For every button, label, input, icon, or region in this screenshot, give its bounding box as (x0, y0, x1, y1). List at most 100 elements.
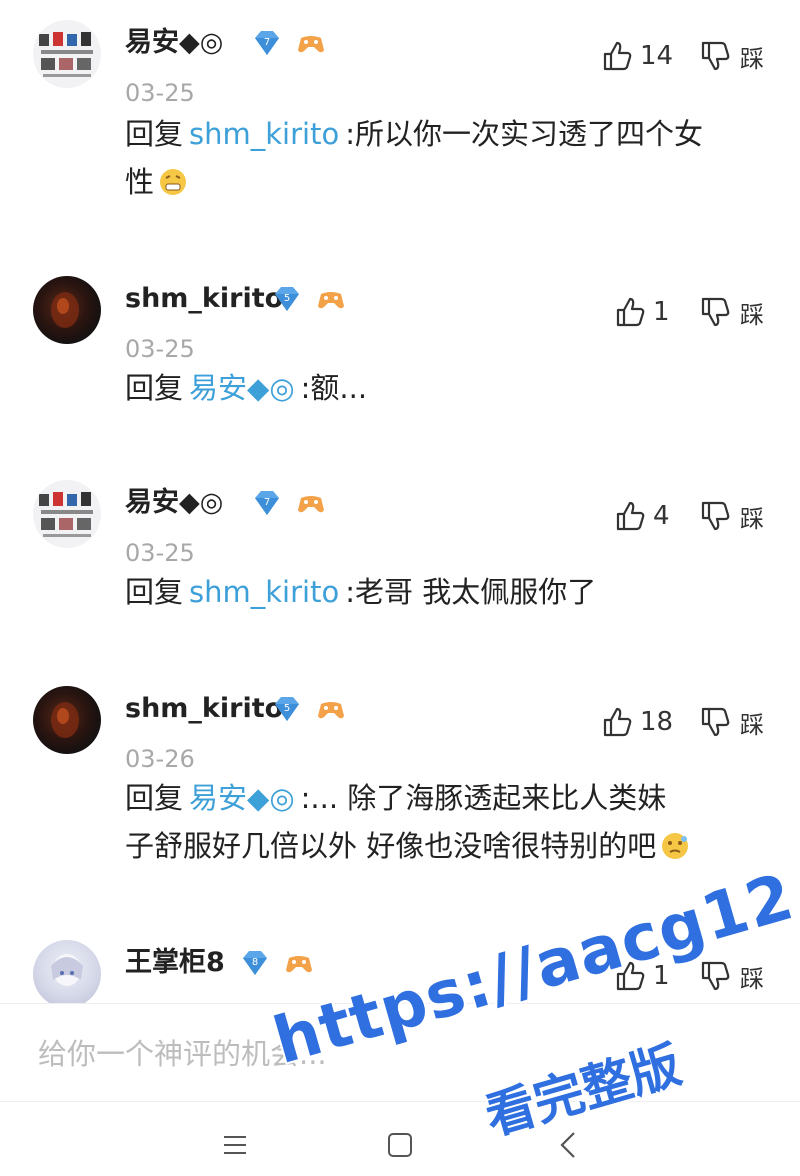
username[interactable]: shm_kirito (125, 692, 283, 726)
dislike-label: 踩 (740, 710, 764, 739)
gamepad-icon (298, 496, 324, 513)
home-square-icon[interactable] (383, 1128, 417, 1162)
pixel-art-avatar-icon (39, 32, 93, 77)
comment-thread-page: 易安◆◎ 7 14 踩 03-25 回复 shm_kirito:所以你一次实习… (0, 0, 800, 1176)
anime-character-avatar-icon (51, 954, 83, 986)
dislike-button[interactable]: 踩 (700, 498, 764, 534)
mention-link[interactable]: 易安◆◎ (189, 371, 295, 405)
dislike-button[interactable]: 踩 (700, 958, 764, 994)
gamepad-icon (318, 292, 344, 309)
like-button[interactable]: 14 (602, 38, 673, 74)
like-count: 14 (640, 41, 674, 71)
comment-text: :额... (300, 371, 368, 405)
comment-text: :老哥 我太佩服你了 (345, 575, 597, 609)
avatar[interactable] (33, 20, 101, 88)
comment-body: 回复 易安◆◎:额... (125, 364, 775, 412)
level-diamond-icon: 7 (255, 31, 279, 55)
level-number: 8 (252, 957, 258, 968)
avatar[interactable] (33, 480, 101, 548)
dark-portrait-avatar-icon (51, 702, 79, 738)
level-number: 7 (264, 497, 270, 508)
like-count: 1 (653, 297, 670, 327)
avatar[interactable] (33, 940, 101, 1003)
like-button[interactable]: 1 (615, 958, 670, 994)
comment-date: 03-25 (125, 539, 195, 567)
user-badges: 5 (272, 284, 346, 314)
dislike-label: 踩 (740, 964, 764, 993)
reply-prefix: 回复 (125, 575, 184, 609)
avatar[interactable] (33, 276, 101, 344)
user-badges: 5 (272, 694, 346, 724)
username[interactable]: 易安◆◎ (125, 486, 223, 520)
mention-link[interactable]: shm_kirito (189, 117, 339, 151)
username[interactable]: 易安◆◎ (125, 26, 223, 60)
dislike-button[interactable]: 踩 (700, 704, 764, 740)
comment-date: 03-25 (125, 79, 195, 107)
thumbs-down-icon (701, 707, 730, 737)
comment-body: 回复 易安◆◎:... 除了海豚透起来比人类妹 子舒服好几倍以外 好像也没啥很特别… (125, 774, 775, 870)
comment-item: 易安◆◎ 7 4 踩 03-25 回复 shm_kirito:老哥 我太佩服你… (0, 480, 800, 630)
pixel-art-avatar-icon (39, 492, 93, 537)
reply-prefix: 回复 (125, 781, 184, 815)
thumbs-down-icon (701, 297, 730, 327)
username[interactable]: 王掌柜8 (125, 946, 225, 980)
level-number: 5 (284, 293, 290, 304)
thumbs-down-icon (701, 501, 730, 531)
like-button[interactable]: 4 (615, 498, 670, 534)
mention-link[interactable]: 易安◆◎ (189, 781, 295, 815)
comment-item: 王掌柜8 8 1 踩 03-26 (0, 940, 800, 1003)
comment-text: :... 除了海豚透起来比人类妹 (300, 781, 667, 815)
reply-prefix: 回复 (125, 117, 184, 151)
dislike-label: 踩 (740, 44, 764, 73)
like-count: 4 (653, 501, 670, 531)
comment-item: 易安◆◎ 7 14 踩 03-25 回复 shm_kirito:所以你一次实习… (0, 20, 800, 210)
thumbs-up-icon (616, 961, 645, 991)
reply-prefix: 回复 (125, 371, 184, 405)
mention-link[interactable]: shm_kirito (189, 575, 339, 609)
avatar[interactable] (33, 686, 101, 754)
comment-date: 03-25 (125, 335, 195, 363)
gamepad-icon (318, 702, 344, 719)
comment-input[interactable]: 给你一个神评的机会... (38, 1034, 327, 1074)
gamepad-icon (298, 36, 324, 53)
level-diamond-icon: 5 (275, 697, 299, 721)
comment-item: shm_kirito 5 18 踩 03-26 回复 易安◆◎:... 除了海… (0, 686, 800, 886)
comment-text-cont: 性 (125, 165, 155, 199)
user-badges: 8 (240, 948, 314, 978)
comment-text: :所以你一次实习透了四个女 (345, 117, 703, 151)
dislike-button[interactable]: 踩 (700, 294, 764, 330)
level-number: 7 (264, 37, 270, 48)
dislike-label: 踩 (740, 504, 764, 533)
system-nav-bar (0, 1101, 800, 1176)
dislike-button[interactable]: 踩 (700, 38, 764, 74)
thumbs-up-icon (603, 41, 632, 71)
comment-body: 回复 shm_kirito:老哥 我太佩服你了 (125, 568, 775, 616)
thumbs-down-icon (701, 41, 730, 71)
like-count: 18 (640, 707, 674, 737)
comment-body: 回复 shm_kirito:所以你一次实习透了四个女 性 (125, 110, 775, 206)
thumbs-down-icon (701, 961, 730, 991)
dark-portrait-avatar-icon (51, 292, 79, 328)
thumbs-up-icon (603, 707, 632, 737)
back-chevron-icon[interactable] (552, 1128, 586, 1162)
like-count: 1 (653, 961, 670, 991)
level-diamond-icon: 5 (275, 287, 299, 311)
username[interactable]: shm_kirito (125, 282, 283, 316)
user-badges: 7 (252, 488, 326, 518)
grimace-emoji-icon (160, 169, 187, 195)
user-badges: 7 (252, 28, 326, 58)
dislike-label: 踩 (740, 300, 764, 329)
level-diamond-icon: 7 (255, 491, 279, 515)
menu-icon[interactable] (218, 1128, 252, 1162)
thinking-emoji-icon (662, 833, 689, 859)
thumbs-up-icon (616, 297, 645, 327)
comment-item: shm_kirito 5 1 踩 03-25 回复 易安◆◎:额... (0, 276, 800, 426)
like-button[interactable]: 1 (615, 294, 670, 330)
gamepad-icon (286, 956, 312, 973)
comment-composer[interactable]: 给你一个神评的机会... (0, 1003, 800, 1102)
comment-text-cont: 子舒服好几倍以外 好像也没啥很特别的吧 (125, 829, 657, 863)
level-number: 5 (284, 703, 290, 714)
comment-date: 03-26 (125, 745, 195, 773)
like-button[interactable]: 18 (602, 704, 673, 740)
level-diamond-icon: 8 (243, 951, 267, 975)
